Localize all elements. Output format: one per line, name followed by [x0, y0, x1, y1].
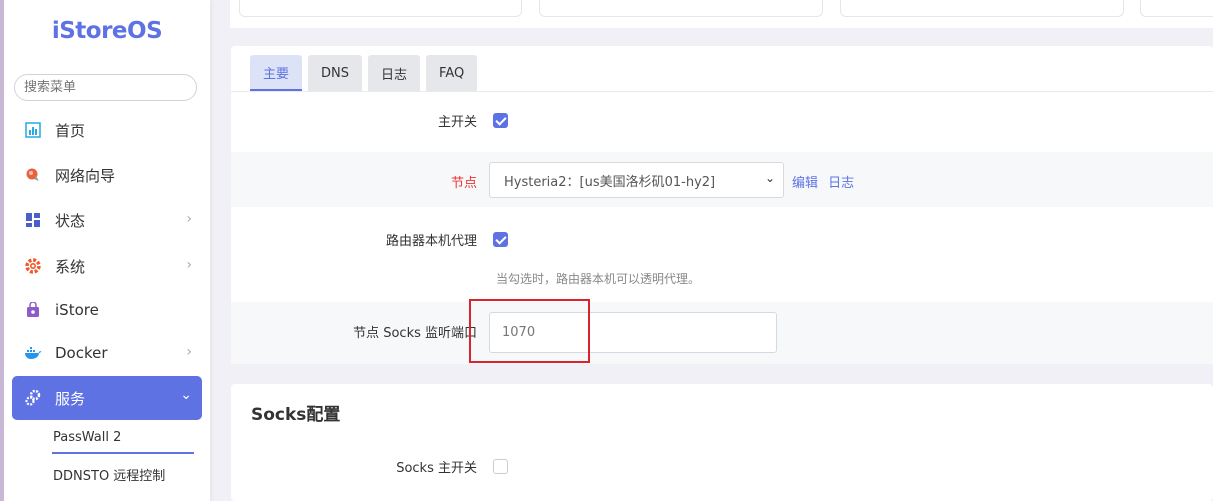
sidebar-item-label: Docker	[55, 344, 108, 362]
socks-switch-label: Socks 主开关	[396, 461, 477, 476]
status-card	[239, 0, 522, 17]
chevron-right-icon: ›	[186, 344, 192, 360]
router-proxy-checkbox[interactable]	[493, 232, 508, 247]
socks-config-panel: Socks配置 Socks 主开关	[231, 384, 1213, 501]
menu-search-input[interactable]	[14, 74, 197, 101]
sidebar-item-label: 状态	[55, 211, 86, 230]
chevron-down-icon: ⌄	[180, 387, 192, 403]
sidebar-item-label: 服务	[55, 389, 86, 408]
main-settings-panel: 主要 DNS 日志 FAQ 主开关 节点 Hysteria2：[us美国洛杉矶0…	[231, 46, 1213, 364]
node-select[interactable]: Hysteria2：[us美国洛杉矶01-hy2] ⌄	[489, 162, 784, 198]
main-switch-checkbox[interactable]	[493, 113, 508, 128]
sidebar-subitem-passwall2[interactable]: PassWall 2	[53, 430, 121, 445]
sidebar-subitem-ddnsto[interactable]: DDNSTO 远程控制	[53, 465, 165, 484]
docker-whale-icon	[24, 344, 42, 362]
socks-switch-checkbox[interactable]	[493, 459, 508, 474]
status-card	[539, 0, 823, 17]
log-link[interactable]: 日志	[828, 176, 854, 191]
tab-log[interactable]: 日志	[368, 55, 421, 91]
edit-link[interactable]: 编辑	[792, 176, 818, 191]
node-select-value: Hysteria2：[us美国洛杉矶01-hy2]	[504, 175, 716, 190]
status-card	[1140, 0, 1213, 17]
router-proxy-label: 路由器本机代理	[385, 234, 477, 249]
status-card	[840, 0, 1124, 17]
sidebar-item-label: 网络向导	[55, 166, 116, 185]
chevron-right-icon: ›	[186, 211, 192, 227]
socks-port-label: 节点 Socks 监听端口	[353, 326, 477, 341]
chevron-right-icon: ›	[186, 257, 192, 273]
store-bag-icon	[24, 301, 42, 319]
sidebar: iStoreOS 首页 网络向导 状态 › 系统 › iStore	[0, 0, 210, 501]
sidebar-item-status[interactable]: 状态 ›	[12, 198, 202, 242]
router-proxy-hint: 当勾选时，路由器本机可以透明代理。	[496, 272, 701, 286]
router-proxy-row: 路由器本机代理	[231, 207, 1213, 302]
sidebar-item-services[interactable]: 服务 ⌄	[12, 376, 202, 420]
gear-icon	[24, 257, 42, 275]
sidebar-item-label: iStore	[55, 301, 99, 319]
globe-pin-icon	[24, 166, 42, 184]
tab-dns[interactable]: DNS	[308, 55, 363, 91]
highlight-box	[469, 299, 590, 363]
active-subitem-underline	[52, 452, 194, 454]
sidebar-item-home[interactable]: 首页	[12, 108, 202, 152]
node-links: 编辑 日志	[792, 172, 860, 191]
main-switch-label: 主开关	[437, 115, 477, 130]
dashboard-icon	[24, 121, 42, 139]
logo: iStoreOS	[51, 18, 163, 44]
tab-main[interactable]: 主要	[250, 55, 303, 91]
grid-icon	[24, 211, 42, 229]
section-title: Socks配置	[251, 405, 341, 425]
sidebar-item-label: 系统	[55, 257, 86, 276]
main-switch-row: 主开关	[231, 92, 1213, 152]
sidebar-item-istore[interactable]: iStore	[12, 288, 202, 332]
sidebar-item-label: 首页	[55, 121, 86, 140]
tab-faq[interactable]: FAQ	[426, 55, 478, 91]
top-card-strip	[230, 0, 1213, 28]
sidebar-item-system[interactable]: 系统 ›	[12, 244, 202, 288]
services-gear-icon	[24, 389, 42, 407]
tab-bar: 主要 DNS 日志 FAQ	[250, 55, 478, 91]
node-label: 节点	[450, 176, 477, 191]
sidebar-item-network-wizard[interactable]: 网络向导	[12, 153, 202, 197]
sidebar-item-docker[interactable]: Docker ›	[12, 331, 202, 375]
chevron-down-icon: ⌄	[764, 171, 775, 185]
